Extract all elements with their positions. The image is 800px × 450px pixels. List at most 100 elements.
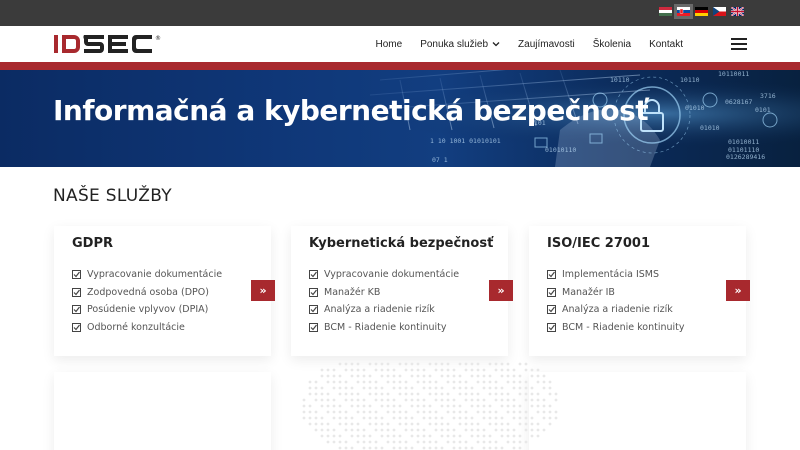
decoration-dot <box>452 416 456 420</box>
decoration-dot <box>506 398 510 402</box>
decoration-dot <box>446 380 450 384</box>
decoration-dot <box>434 398 438 402</box>
decoration-dot <box>530 368 534 372</box>
decoration-dot <box>476 434 480 438</box>
decoration-dot <box>464 368 468 372</box>
decoration-dot <box>452 428 456 432</box>
service-card-lower <box>54 372 271 450</box>
decoration-dot <box>344 440 348 444</box>
accent-divider <box>0 62 800 70</box>
decoration-dot <box>392 386 396 390</box>
idsec-logo[interactable]: ® <box>52 31 164 57</box>
decoration-dot <box>368 386 372 390</box>
decoration-dot <box>428 446 432 450</box>
decoration-dot <box>410 386 414 390</box>
decoration-dot <box>350 446 354 450</box>
decoration-dot <box>506 374 510 378</box>
decoration-dot <box>518 374 522 378</box>
decoration-dot <box>458 374 462 378</box>
decoration-dot <box>326 374 330 378</box>
gdpr-more-button[interactable]: » <box>251 280 275 301</box>
decoration-dot <box>446 368 450 372</box>
card-list: Implementácia ISMS Manažér IB Analýza a … <box>547 266 685 336</box>
decoration-dot <box>494 392 498 396</box>
decoration-dot <box>428 374 432 378</box>
decoration-dot <box>476 410 480 414</box>
checkbox-icon <box>309 287 318 297</box>
decoration-dot <box>458 446 462 450</box>
decoration-dot <box>530 386 534 390</box>
flag-sk-icon[interactable] <box>674 4 693 19</box>
decoration-dot <box>536 392 540 396</box>
list-item: BCM - Riadenie kontinuity <box>309 319 459 337</box>
decoration-dot <box>320 416 324 420</box>
nav-interesting[interactable]: Zaujímavosti <box>509 39 584 50</box>
decoration-dot <box>452 410 456 414</box>
decoration-dot <box>488 446 492 450</box>
list-item-label: Analýza a riadenie rizík <box>562 304 673 316</box>
code-fragment: 01010110 <box>545 146 576 154</box>
cyber-more-button[interactable]: » <box>489 280 513 301</box>
decoration-dot <box>440 392 444 396</box>
decoration-dot <box>506 362 510 366</box>
decoration-dot <box>458 434 462 438</box>
decoration-dot <box>326 380 330 384</box>
decoration-dot <box>422 416 426 420</box>
flag-hu-icon[interactable] <box>659 7 672 16</box>
nav-home[interactable]: Home <box>367 39 412 50</box>
list-item: Manažér KB <box>309 284 459 302</box>
nav-trainings[interactable]: Školenia <box>584 39 640 50</box>
decoration-dot <box>344 416 348 420</box>
decoration-dot <box>440 446 444 450</box>
decoration-dot <box>512 428 516 432</box>
decoration-dot <box>446 404 450 408</box>
decoration-dot <box>302 398 306 402</box>
code-fragment: 0101 <box>755 106 771 114</box>
decoration-dot <box>422 374 426 378</box>
decoration-dot <box>548 380 552 384</box>
flag-en-icon[interactable] <box>731 7 744 16</box>
decoration-dot <box>356 398 360 402</box>
decoration-dot <box>392 404 396 408</box>
list-item-label: Odborné konzultácie <box>87 321 185 333</box>
flag-cz-icon[interactable] <box>713 7 726 16</box>
hamburger-menu-icon[interactable] <box>731 38 747 50</box>
nav-services[interactable]: Ponuka služieb <box>411 39 509 50</box>
decoration-dot <box>476 422 480 426</box>
decoration-dot <box>314 416 318 420</box>
decoration-dot <box>452 368 456 372</box>
decoration-dot <box>380 398 384 402</box>
decoration-dot <box>446 362 450 366</box>
checkbox-icon <box>309 305 318 315</box>
decoration-dot <box>362 398 366 402</box>
code-fragment: 10110 <box>610 76 630 84</box>
decoration-dot <box>518 362 522 366</box>
decoration-dot <box>530 404 534 408</box>
decoration-dot <box>452 434 456 438</box>
decoration-dot <box>512 434 516 438</box>
decoration-dot <box>548 410 552 414</box>
decoration-dot <box>404 440 408 444</box>
decoration-dot <box>422 440 426 444</box>
decoration-dot <box>356 440 360 444</box>
decoration-dot <box>428 434 432 438</box>
decoration-dot <box>440 386 444 390</box>
decoration-dot <box>446 374 450 378</box>
decoration-dot <box>464 410 468 414</box>
flag-de-icon[interactable] <box>695 7 708 16</box>
checkbox-icon <box>72 322 81 332</box>
decoration-dot <box>326 392 330 396</box>
decoration-dot <box>512 416 516 420</box>
decoration-dot <box>374 416 378 420</box>
decoration-dot <box>410 422 414 426</box>
decoration-dot <box>434 386 438 390</box>
list-item: Posúdenie vplyvov (DPIA) <box>72 301 222 319</box>
nav-contact[interactable]: Kontakt <box>640 39 692 50</box>
decoration-dot <box>314 410 318 414</box>
decoration-dot <box>470 446 474 450</box>
decoration-dot <box>386 440 390 444</box>
decoration-dot <box>434 446 438 450</box>
iso-more-button[interactable]: » <box>726 280 750 301</box>
decoration-dot <box>428 410 432 414</box>
decoration-dot <box>314 380 318 384</box>
